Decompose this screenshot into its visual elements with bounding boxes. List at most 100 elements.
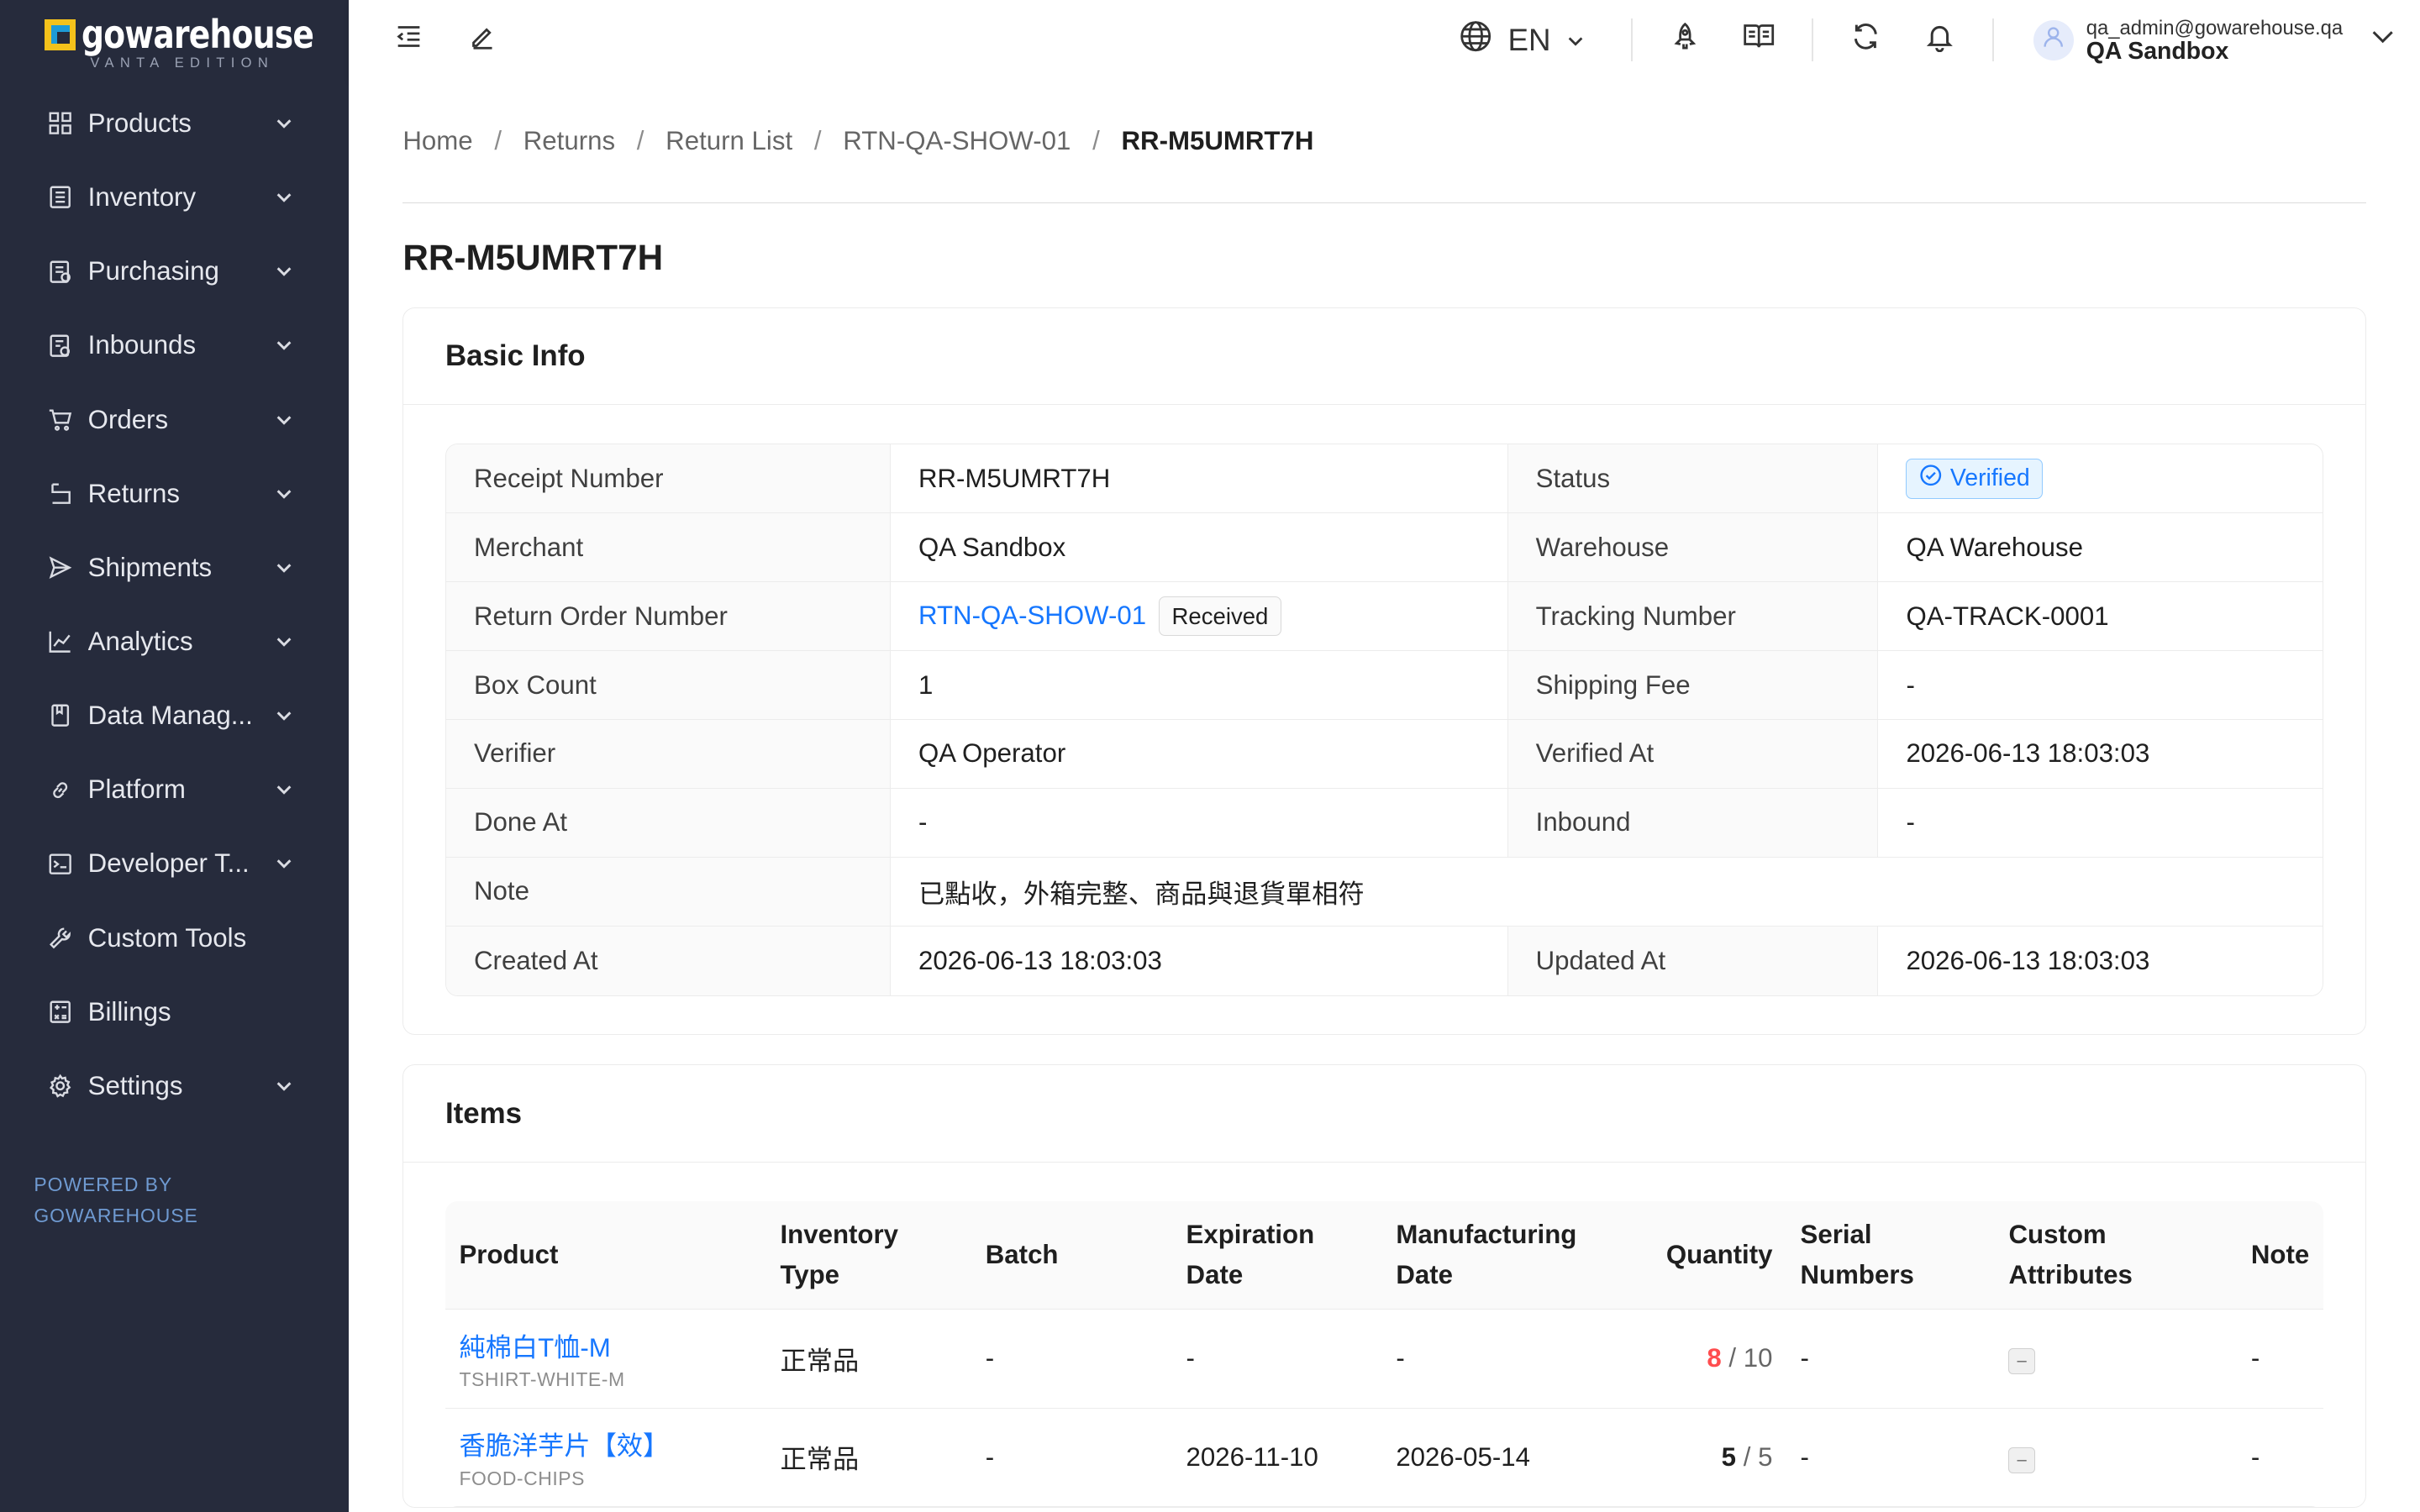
sidebar-item-products[interactable]: Products — [0, 87, 349, 160]
desc-row: Return Order Number RTN-QA-SHOW-01 Receiv… — [445, 582, 2323, 652]
powered-by-line1: POWERED BY — [34, 1173, 173, 1196]
refresh-button[interactable] — [1828, 0, 1902, 81]
note-value: 已點收，外箱完整、商品與退貨單相符 — [890, 858, 2323, 927]
return-order-cell: RTN-QA-SHOW-01 Received — [890, 582, 1508, 652]
refresh-icon — [1850, 21, 1881, 59]
custom-attributes-tag[interactable]: – — [2008, 1446, 2035, 1473]
status-cell: Verified — [1878, 444, 2323, 514]
return-order-link[interactable]: RTN-QA-SHOW-01 — [918, 601, 1146, 630]
custom-attributes-cell: – — [1994, 1408, 2238, 1508]
rocket-icon — [1670, 21, 1701, 59]
breadcrumb-current: RR-M5UMRT7H — [1121, 126, 1314, 156]
calculator-icon — [46, 998, 74, 1026]
language-selector[interactable]: EN — [1459, 19, 1616, 60]
product-name-link[interactable]: 純棉白T恤-M — [459, 1326, 752, 1364]
breadcrumb-separator: / — [636, 126, 644, 156]
breadcrumb-return-order[interactable]: RTN-QA-SHOW-01 — [843, 126, 1071, 156]
grid-icon — [46, 109, 74, 137]
column-header-note[interactable]: Note — [2237, 1200, 2324, 1310]
column-header-custom-attributes[interactable]: Custom Attributes — [1994, 1200, 2238, 1310]
header-divider — [1991, 18, 1994, 62]
cart-icon — [46, 406, 74, 433]
page-title: RR-M5UMRT7H — [402, 237, 664, 277]
column-header-batch[interactable]: Batch — [971, 1200, 1173, 1310]
breadcrumb-home[interactable]: Home — [402, 126, 472, 156]
sidebar-item-custom-tools[interactable]: Custom Tools — [0, 901, 349, 975]
basic-info-card: Basic Info Receipt Number RR-M5UMRT7H St… — [402, 307, 2366, 1036]
column-header-serial-numbers[interactable]: Serial Numbers — [1786, 1200, 1995, 1310]
inventory-type-cell: 正常品 — [765, 1408, 972, 1508]
edit-button[interactable] — [446, 0, 520, 81]
breadcrumb-returns[interactable]: Returns — [523, 126, 615, 156]
basic-info-table: Receipt Number RR-M5UMRT7H Status Verifi… — [445, 444, 2324, 996]
product-sku: TSHIRT-WHITE-M — [459, 1368, 625, 1391]
sidebar-item-settings[interactable]: Settings — [0, 1049, 349, 1123]
sidebar-item-shipments[interactable]: Shipments — [0, 531, 349, 605]
desc-label: Box Count — [445, 651, 891, 720]
column-header-expiration-date[interactable]: Expiration Date — [1172, 1200, 1382, 1310]
product-name-link[interactable]: 香脆洋芋片【效】 — [459, 1425, 752, 1462]
logo-text: gowarehouse — [82, 12, 314, 58]
main-content: Home / Returns / Return List / RTN-QA-SH… — [349, 80, 2420, 1512]
desc-label: Merchant — [445, 513, 891, 583]
desc-label: Created At — [445, 926, 891, 995]
batch-cell: - — [971, 1408, 1173, 1508]
column-header-product[interactable]: Product — [445, 1200, 766, 1310]
sidebar-item-purchasing[interactable]: Purchasing — [0, 234, 349, 308]
docs-button[interactable] — [1722, 0, 1796, 81]
serial-numbers-cell: - — [1786, 1309, 1995, 1409]
indent-icon — [395, 23, 423, 57]
sidebar-item-developer-tools[interactable]: Developer T... — [0, 827, 349, 900]
product-cell: 香脆洋芋片【效】 FOOD-CHIPS — [445, 1408, 766, 1508]
user-menu[interactable]: qa_admin@gowarehouse.qa QA Sandbox — [2009, 17, 2420, 63]
quantity-cell: 8 / 10 — [1650, 1309, 1786, 1409]
sidebar-item-label: Billings — [87, 996, 171, 1026]
open-book-icon — [1742, 21, 1776, 59]
sidebar-item-analytics[interactable]: Analytics — [0, 605, 349, 679]
manufacturing-date-cell: 2026-05-14 — [1381, 1408, 1651, 1508]
box-count-value: 1 — [890, 651, 1508, 720]
logo-mark-icon — [45, 19, 76, 50]
quantity-total: 10 — [1743, 1343, 1773, 1373]
rocket-button[interactable] — [1648, 0, 1722, 81]
desc-label: Inbound — [1507, 788, 1879, 858]
warehouse-value: QA Warehouse — [1878, 513, 2323, 583]
desc-label: Status — [1507, 444, 1879, 514]
quantity-received: 8 — [1707, 1343, 1722, 1373]
return-order-status-badge: Received — [1158, 596, 1282, 637]
items-title: Items — [403, 1065, 2365, 1163]
sidebar-item-platform[interactable]: Platform — [0, 753, 349, 827]
sidebar-item-orders[interactable]: Orders — [0, 382, 349, 456]
inventory-type-cell: 正常品 — [765, 1309, 972, 1409]
logo[interactable]: gowarehouse VANTA EDITION — [0, 0, 349, 81]
sidebar-nav: Products Inventory Purchasing Inbounds O — [0, 87, 349, 1123]
sidebar-item-label: Returns — [87, 478, 180, 508]
breadcrumb: Home / Returns / Return List / RTN-QA-SH… — [402, 81, 2366, 204]
desc-label: Verifier — [445, 719, 891, 789]
column-header-quantity[interactable]: Quantity — [1650, 1200, 1786, 1310]
chevron-down-icon — [275, 780, 293, 799]
top-header: EN qa_admin@gowarehouse.qa QA Sandbox — [349, 0, 2420, 81]
link-icon — [46, 776, 74, 804]
sidebar-item-data-management[interactable]: Data Manag... — [0, 679, 349, 753]
desc-label: Tracking Number — [1507, 582, 1879, 652]
return-icon — [46, 480, 74, 507]
notifications-button[interactable] — [1902, 0, 1976, 81]
table-row: 香脆洋芋片【效】 FOOD-CHIPS 正常品 - 2026-11-10 202… — [445, 1408, 2324, 1508]
batch-cell: - — [971, 1309, 1173, 1409]
bell-icon — [1924, 21, 1955, 59]
sidebar-item-label: Developer T... — [87, 848, 250, 879]
sidebar-item-inventory[interactable]: Inventory — [0, 160, 349, 234]
column-header-manufacturing-date[interactable]: Manufacturing Date — [1381, 1200, 1651, 1310]
header-divider — [1630, 18, 1633, 62]
custom-attributes-tag[interactable]: – — [2008, 1348, 2035, 1375]
breadcrumb-return-list[interactable]: Return List — [666, 126, 792, 156]
column-header-inventory-type[interactable]: Inventory Type — [765, 1200, 972, 1310]
chevron-down-icon — [275, 485, 293, 503]
chevron-down-icon — [275, 411, 293, 429]
desc-label: Done At — [445, 788, 891, 858]
sidebar-item-billings[interactable]: Billings — [0, 975, 349, 1049]
menu-collapse-button[interactable] — [372, 0, 446, 81]
sidebar-item-inbounds[interactable]: Inbounds — [0, 308, 349, 382]
sidebar-item-returns[interactable]: Returns — [0, 457, 349, 531]
